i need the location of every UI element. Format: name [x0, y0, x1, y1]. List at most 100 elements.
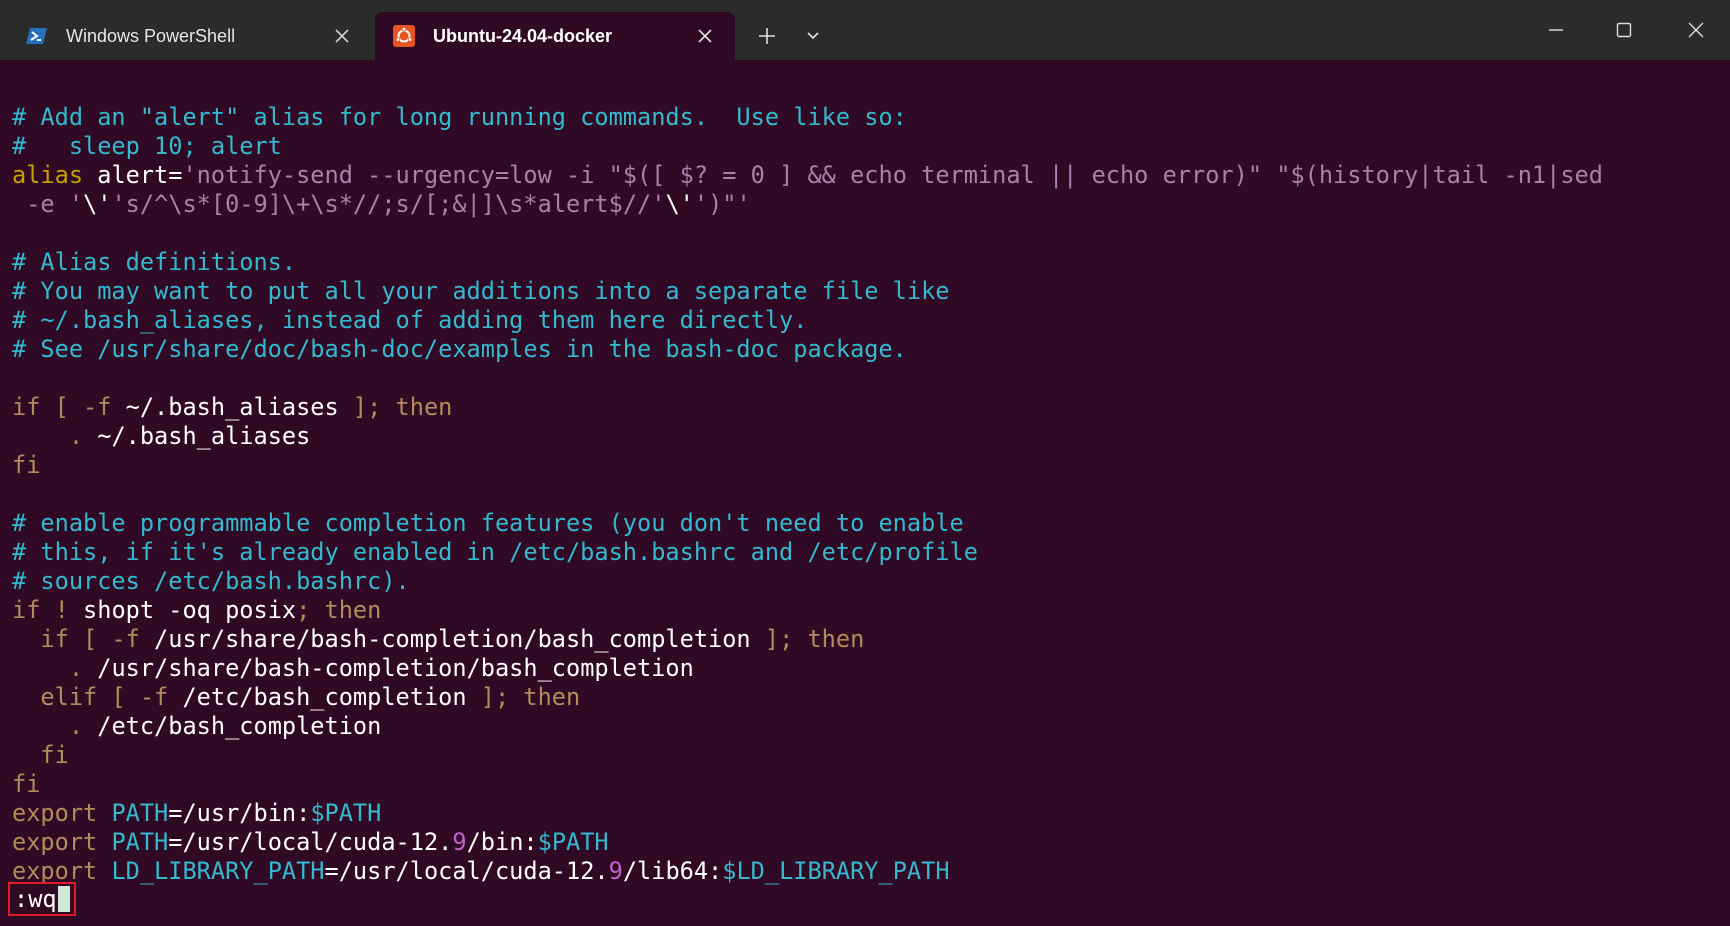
code-token: -e ': [12, 190, 84, 218]
code-token: elif [ -f: [12, 683, 183, 711]
chevron-down-icon: [807, 32, 819, 40]
text-cursor: [57, 886, 70, 912]
code-token: alert=: [97, 161, 183, 189]
maximize-icon: [1616, 22, 1632, 38]
code-line: if [ -f /usr/share/bash-completion/bash_…: [12, 625, 1722, 654]
code-token: fi: [12, 770, 41, 798]
code-line: # this, if it's already enabled in /etc/…: [12, 538, 1722, 567]
code-token: # Alias definitions.: [12, 248, 297, 276]
close-icon[interactable]: [330, 24, 354, 48]
code-line: elif [ -f /etc/bash_completion ]; then: [12, 683, 1722, 712]
tab-dropdown-button[interactable]: [797, 20, 829, 52]
code-token: # sleep 10; alert: [12, 132, 282, 160]
code-token: export: [12, 799, 112, 827]
code-token: # sources /etc/bash.bashrc).: [12, 567, 410, 595]
code-token: 'notify-send --urgency=low -i "$([ $? = …: [182, 161, 1603, 189]
code-token: PATH: [111, 799, 169, 827]
code-line: alias alert='notify-send --urgency=low -…: [12, 161, 1722, 190]
code-token: \': [83, 190, 112, 218]
ubuntu-icon: [393, 25, 415, 47]
code-token: # Add an "alert" alias for long running …: [12, 103, 907, 131]
code-token: ]; then: [338, 393, 453, 421]
code-token: /lib64:: [622, 857, 723, 885]
code-token: =/usr/bin:: [168, 799, 311, 827]
code-token: export: [12, 857, 112, 885]
code-token: 9: [452, 828, 467, 856]
code-line: -e '\''s/^\s*[0-9]\+\s*//;s/[;&|]\s*aler…: [12, 190, 1722, 219]
tab-windows-powershell[interactable]: Windows PowerShell: [8, 12, 372, 60]
close-window-button[interactable]: [1662, 0, 1730, 60]
code-token: # See /usr/share/doc/bash-doc/examples i…: [12, 335, 907, 363]
code-token: .: [12, 422, 98, 450]
code-token: PATH: [111, 828, 169, 856]
code-line: # sources /etc/bash.bashrc).: [12, 567, 1722, 596]
code-line: fi: [12, 451, 1722, 480]
command-text: :wq: [14, 885, 57, 913]
code-token: # You may want to put all your additions…: [12, 277, 950, 305]
code-token: fi: [12, 741, 69, 769]
maximize-button[interactable]: [1590, 0, 1658, 60]
code-token: ]; then: [750, 625, 865, 653]
code-token: export: [12, 828, 112, 856]
code-token: ~/.bash_aliases: [125, 393, 339, 421]
code-token: ; then: [296, 596, 382, 624]
code-line: if [ -f ~/.bash_aliases ]; then: [12, 393, 1722, 422]
powershell-icon: [26, 25, 48, 47]
vim-command-line[interactable]: :wq: [8, 882, 76, 916]
minimize-button[interactable]: [1522, 0, 1590, 60]
code-token: /etc/bash_completion: [182, 683, 467, 711]
minimize-icon: [1549, 29, 1563, 31]
code-token: ]; then: [466, 683, 581, 711]
code-line: # Alias definitions.: [12, 248, 1722, 277]
code-token: # enable programmable completion feature…: [12, 509, 964, 537]
code-token: $PATH: [310, 799, 382, 827]
code-line: fi: [12, 770, 1722, 799]
code-token: =/usr/local/cuda-12.: [324, 857, 609, 885]
code-token: if [ -f: [12, 393, 126, 421]
code-token: .: [12, 654, 98, 682]
code-token: if [ -f: [12, 625, 155, 653]
code-token: ~/.bash_aliases: [97, 422, 311, 450]
code-token: if !: [12, 596, 84, 624]
new-tab-button[interactable]: [751, 20, 783, 52]
code-line: . /usr/share/bash-completion/bash_comple…: [12, 654, 1722, 683]
code-token: shopt -oq posix: [83, 596, 297, 624]
code-line: # See /usr/share/doc/bash-doc/examples i…: [12, 335, 1722, 364]
code-line: if ! shopt -oq posix; then: [12, 596, 1722, 625]
code-line: export PATH=/usr/bin:$PATH: [12, 799, 1722, 828]
code-token: 9: [608, 857, 623, 885]
code-line: . ~/.bash_aliases: [12, 422, 1722, 451]
close-icon: [1688, 22, 1704, 38]
tab-ubuntu-docker[interactable]: Ubuntu-24.04-docker: [375, 12, 735, 60]
code-token: # this, if it's already enabled in /etc/…: [12, 538, 978, 566]
terminal-window: Windows PowerShell Ubuntu-24.04-docker #…: [0, 0, 1730, 926]
code-token: \': [665, 190, 694, 218]
title-bar: Windows PowerShell Ubuntu-24.04-docker: [0, 0, 1730, 60]
code-line: export LD_LIBRARY_PATH=/usr/local/cuda-1…: [12, 857, 1722, 886]
code-line: # sleep 10; alert: [12, 132, 1722, 161]
code-token: =/usr/local/cuda-12.: [168, 828, 453, 856]
tab-title: Ubuntu-24.04-docker: [433, 26, 613, 46]
code-line: . /etc/bash_completion: [12, 712, 1722, 741]
code-line: # ~/.bash_aliases, instead of adding the…: [12, 306, 1722, 335]
code-token: /usr/share/bash-completion/bash_completi…: [97, 654, 694, 682]
code-line: fi: [12, 741, 1722, 770]
code-token: $LD_LIBRARY_PATH: [722, 857, 950, 885]
code-line: # Add an "alert" alias for long running …: [12, 103, 1722, 132]
vim-buffer[interactable]: # Add an "alert" alias for long running …: [12, 103, 1722, 886]
code-token: ')"': [693, 190, 751, 218]
code-line: export PATH=/usr/local/cuda-12.9/bin:$PA…: [12, 828, 1722, 857]
code-token: # ~/.bash_aliases, instead of adding the…: [12, 306, 808, 334]
code-line: # enable programmable completion feature…: [12, 509, 1722, 538]
close-icon[interactable]: [693, 24, 717, 48]
code-token: /bin:: [466, 828, 538, 856]
code-token: fi: [12, 451, 41, 479]
tab-title: Windows PowerShell: [66, 26, 236, 46]
code-token: .: [12, 712, 98, 740]
code-token: /usr/share/bash-completion/bash_completi…: [154, 625, 751, 653]
code-token: /etc/bash_completion: [97, 712, 382, 740]
plus-icon: [759, 28, 775, 44]
